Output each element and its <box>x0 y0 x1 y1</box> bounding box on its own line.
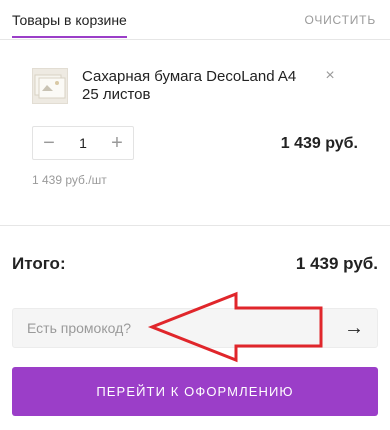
cart-header: Товары в корзине ОЧИСТИТЬ <box>0 0 390 40</box>
total-label: Итого: <box>12 254 66 273</box>
item-unit-price: 1 439 руб./шт <box>32 173 107 187</box>
clear-cart-button[interactable]: ОЧИСТИТЬ <box>304 13 376 27</box>
product-thumbnail[interactable] <box>32 68 68 104</box>
checkout-button[interactable]: ПЕРЕЙТИ К ОФОРМЛЕНИЮ <box>12 367 378 416</box>
promo-submit-arrow-icon[interactable]: → <box>331 309 377 347</box>
increase-quantity-button[interactable]: + <box>101 127 133 159</box>
product-title[interactable]: Сахарная бумага DecoLand A4 25 листов <box>82 68 312 104</box>
tab-cart-items[interactable]: Товары в корзине <box>12 12 127 38</box>
sugar-paper-image <box>34 74 66 99</box>
item-line-total: 1 439 руб. <box>280 135 358 152</box>
quantity-stepper: − + <box>32 126 134 160</box>
cart-item: Сахарная бумага DecoLand A4 25 листов × … <box>0 40 390 226</box>
remove-item-icon[interactable]: × <box>322 68 338 84</box>
promo-code-form: → <box>12 308 378 348</box>
order-total-row: Итого: 1 439 руб. <box>12 252 378 276</box>
promo-code-input[interactable] <box>13 309 323 347</box>
decrease-quantity-button[interactable]: − <box>33 127 65 159</box>
total-value: 1 439 руб. <box>295 254 378 273</box>
quantity-input[interactable] <box>67 127 99 159</box>
